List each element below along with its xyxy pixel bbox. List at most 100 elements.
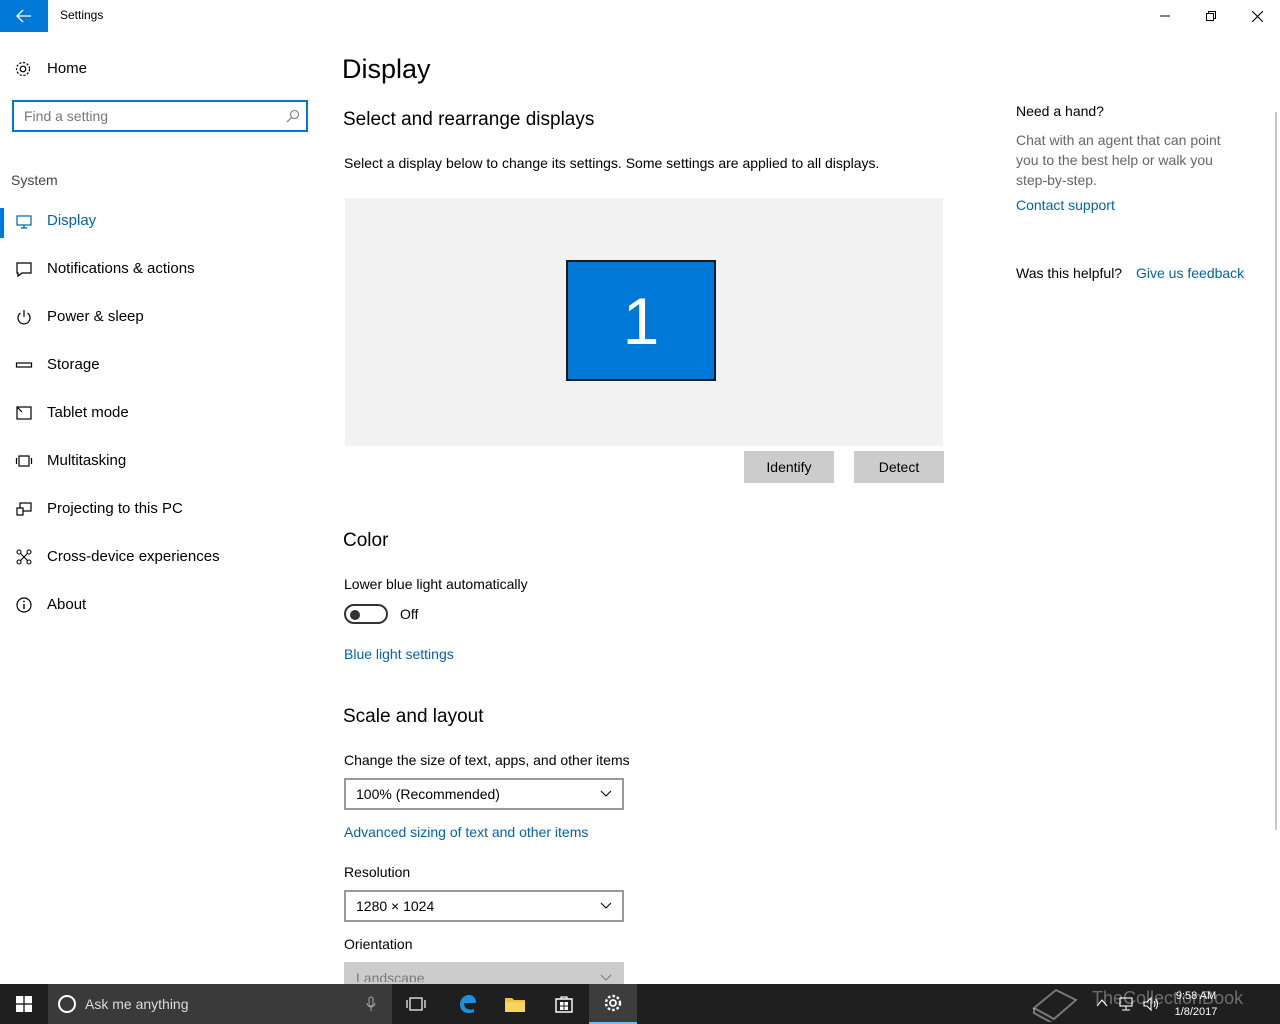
- resolution-dropdown[interactable]: 1280 × 1024: [344, 890, 624, 922]
- task-view-button[interactable]: [392, 984, 440, 1024]
- sidebar-item-multitasking[interactable]: Multitasking: [0, 440, 320, 488]
- windows-logo-icon: [16, 996, 32, 1012]
- edge-button[interactable]: [443, 984, 491, 1024]
- power-icon: [17, 310, 31, 325]
- sidebar-item-cross-device[interactable]: Cross-device experiences: [0, 536, 320, 584]
- info-icon: [16, 597, 32, 613]
- resolution-label: Resolution: [344, 864, 411, 880]
- storage-icon: [15, 362, 33, 368]
- monitor-icon: [16, 215, 32, 229]
- chevron-down-icon: [600, 790, 612, 797]
- settings-taskbar-button[interactable]: [589, 984, 637, 1024]
- display-arrangement-area: 1: [345, 198, 943, 446]
- scale-dropdown[interactable]: 100% (Recommended): [344, 778, 624, 810]
- title-bar: Settings: [0, 0, 1280, 32]
- sidebar-item-storage[interactable]: Storage: [0, 344, 320, 392]
- minimize-icon: [1160, 15, 1170, 17]
- scale-value: 100% (Recommended): [356, 786, 500, 802]
- folder-icon: [505, 998, 525, 1012]
- sidebar-item-label: Display: [47, 212, 97, 229]
- projecting-icon: [16, 502, 32, 516]
- close-button[interactable]: [1234, 0, 1280, 32]
- advanced-sizing-link[interactable]: Advanced sizing of text and other items: [344, 824, 588, 840]
- taskbar-clock[interactable]: 9:58 AM 1/8/2017: [1170, 988, 1222, 1020]
- back-button[interactable]: [0, 0, 48, 32]
- size-label: Change the size of text, apps, and other…: [344, 752, 630, 768]
- multitasking-icon: [15, 455, 33, 467]
- settings-gear-icon: [604, 994, 622, 1012]
- microphone-icon[interactable]: [366, 996, 376, 1012]
- sidebar-item-label: About: [47, 596, 87, 613]
- cortana-placeholder: Ask me anything: [85, 996, 189, 1012]
- back-arrow-icon: [16, 9, 31, 23]
- sidebar-nav: Display Notifications & actions Power & …: [0, 200, 320, 632]
- restore-button[interactable]: [1188, 0, 1234, 32]
- display-monitor-1[interactable]: 1: [566, 260, 716, 381]
- window-title: Settings: [60, 8, 104, 22]
- gear-icon: [15, 61, 31, 77]
- cortana-search-box[interactable]: Ask me anything: [48, 984, 392, 1024]
- sidebar-item-projecting[interactable]: Projecting to this PC: [0, 488, 320, 536]
- arrange-heading: Select and rearrange displays: [343, 109, 595, 130]
- search-input[interactable]: [14, 102, 274, 130]
- orientation-value: Landscape: [356, 970, 425, 984]
- sidebar-item-tablet-mode[interactable]: Tablet mode: [0, 392, 320, 440]
- toggle-state: Off: [400, 606, 419, 622]
- sidebar-item-label: Multitasking: [47, 452, 127, 469]
- start-button[interactable]: [0, 984, 48, 1024]
- identify-button[interactable]: Identify: [744, 451, 834, 483]
- monitor-number: 1: [622, 283, 660, 358]
- chevron-down-icon: [600, 974, 612, 981]
- task-view-icon: [406, 997, 426, 1011]
- find-setting-search[interactable]: [12, 100, 308, 132]
- color-heading: Color: [343, 530, 389, 551]
- help-text: Chat with an agent that can point you to…: [1016, 132, 1221, 188]
- cortana-icon: [58, 995, 76, 1013]
- sidebar-item-power-sleep[interactable]: Power & sleep: [0, 296, 320, 344]
- detect-button[interactable]: Detect: [854, 451, 944, 483]
- close-icon: [1251, 10, 1263, 22]
- scrollbar[interactable]: [1275, 112, 1277, 830]
- sidebar-item-label: Cross-device experiences: [47, 548, 220, 565]
- search-icon: [286, 109, 300, 123]
- feedback-link[interactable]: Give us feedback: [1136, 265, 1244, 281]
- file-explorer-button[interactable]: [491, 984, 539, 1024]
- sidebar-item-label: Power & sleep: [47, 308, 144, 325]
- home-label: Home: [47, 60, 88, 77]
- helpful-question: Was this helpful?: [1016, 265, 1123, 281]
- page-title: Display: [342, 54, 431, 84]
- chevron-down-icon: [600, 902, 612, 909]
- orientation-dropdown[interactable]: Landscape: [344, 962, 624, 984]
- arrange-description: Select a display below to change its set…: [344, 155, 880, 171]
- help-heading: Need a hand?: [1016, 103, 1104, 119]
- sidebar-item-notifications[interactable]: Notifications & actions: [0, 248, 320, 296]
- store-button[interactable]: [540, 984, 588, 1024]
- section-heading-system: System: [11, 172, 58, 188]
- sidebar: Home System Display Notifications & acti…: [0, 32, 320, 984]
- restore-icon: [1206, 11, 1216, 21]
- sidebar-item-label: Storage: [47, 356, 100, 373]
- blue-light-toggle[interactable]: [344, 604, 388, 624]
- sidebar-item-label: Projecting to this PC: [47, 500, 183, 517]
- orientation-label: Orientation: [344, 936, 413, 952]
- blue-light-settings-link[interactable]: Blue light settings: [344, 646, 454, 662]
- tablet-icon: [16, 406, 32, 420]
- resolution-value: 1280 × 1024: [356, 898, 435, 914]
- taskbar: Ask me anything TheCollectionBook 9:58 A…: [0, 984, 1280, 1024]
- home-link[interactable]: Home: [0, 54, 320, 84]
- sidebar-item-about[interactable]: About: [0, 584, 320, 632]
- toggle-knob: [350, 610, 360, 620]
- cross-device-icon: [16, 549, 32, 565]
- book-logo-icon: [1032, 988, 1078, 1022]
- network-icon[interactable]: [1118, 996, 1134, 1012]
- contact-support-link[interactable]: Contact support: [1016, 197, 1115, 213]
- clock-date: 1/8/2017: [1174, 1006, 1218, 1018]
- tray-chevron-up-icon[interactable]: [1096, 998, 1108, 1008]
- sidebar-item-display[interactable]: Display: [0, 200, 320, 248]
- sidebar-item-label: Tablet mode: [47, 404, 129, 421]
- volume-icon[interactable]: [1142, 996, 1160, 1012]
- blue-light-toggle-label: Lower blue light automatically: [344, 576, 528, 592]
- minimize-button[interactable]: [1142, 0, 1188, 32]
- store-icon: [555, 996, 573, 1013]
- edge-icon: [460, 995, 476, 1014]
